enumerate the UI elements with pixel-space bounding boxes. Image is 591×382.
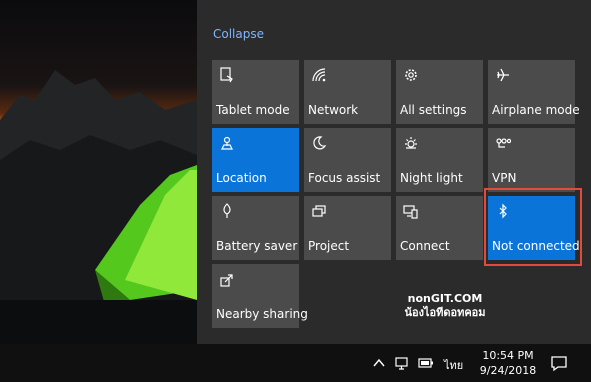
tile-battery-saver[interactable]: Battery saver — [212, 196, 299, 260]
tile-label: Battery saver — [216, 239, 298, 253]
tile-network[interactable]: Network — [304, 60, 391, 124]
tile-label: Airplane mode — [492, 103, 580, 117]
tile-label: Focus assist — [308, 171, 381, 185]
watermark-line-1: nonGIT.COM — [407, 292, 483, 305]
tile-label: Location — [216, 171, 267, 185]
tile-nearby-sharing[interactable]: Nearby sharing — [212, 264, 308, 328]
tile-project[interactable]: Project — [304, 196, 391, 260]
clock[interactable]: 10:54 PM 9/24/2018 — [475, 348, 541, 378]
language-indicator[interactable]: ไทย — [444, 356, 463, 374]
collapse-link[interactable]: Collapse — [213, 27, 264, 41]
tablet-mode-icon — [219, 67, 235, 83]
moon-icon — [311, 135, 327, 151]
tile-label: Nearby sharing — [216, 307, 308, 321]
project-icon — [311, 203, 327, 219]
tile-night-light[interactable]: Night light — [396, 128, 483, 192]
gear-icon — [403, 67, 419, 83]
tile-label: Project — [308, 239, 350, 253]
clock-date: 9/24/2018 — [479, 364, 537, 377]
network-icon — [311, 67, 327, 83]
tile-label: All settings — [400, 103, 467, 117]
battery-saver-icon — [219, 203, 235, 219]
vpn-icon — [495, 135, 511, 151]
battery-tray-icon[interactable] — [418, 355, 434, 371]
tile-label: Night light — [400, 171, 463, 185]
tile-vpn[interactable]: VPN — [488, 128, 575, 192]
chevron-up-icon[interactable] — [371, 355, 387, 371]
watermark: nonGIT.COM น้องไอทีดอทคอม — [390, 292, 500, 320]
tile-focus-assist[interactable]: Focus assist — [304, 128, 391, 192]
clock-time: 10:54 PM — [482, 349, 534, 362]
tile-all-settings[interactable]: All settings — [396, 60, 483, 124]
tile-tablet-mode[interactable]: Tablet mode — [212, 60, 299, 124]
network-tray-icon[interactable] — [395, 355, 411, 371]
nearby-sharing-icon — [219, 271, 235, 287]
tile-airplane-mode[interactable]: Airplane mode — [488, 60, 580, 124]
tile-label: Tablet mode — [216, 103, 290, 117]
tile-connect[interactable]: Connect — [396, 196, 483, 260]
connect-icon — [403, 203, 419, 219]
location-icon — [219, 135, 235, 151]
airplane-icon — [495, 67, 511, 83]
tile-label: Network — [308, 103, 359, 117]
wallpaper-image — [0, 70, 197, 344]
notification-icon[interactable] — [550, 354, 568, 372]
night-light-icon — [403, 135, 419, 151]
taskbar: ไทย 10:54 PM 9/24/2018 — [0, 344, 591, 382]
watermark-line-2: น้องไอทีดอทคอม — [404, 306, 486, 319]
tile-location[interactable]: Location — [212, 128, 299, 192]
highlight-box — [484, 188, 582, 266]
tile-label: VPN — [492, 171, 517, 185]
desktop-wallpaper — [0, 0, 197, 344]
tile-label: Connect — [400, 239, 450, 253]
